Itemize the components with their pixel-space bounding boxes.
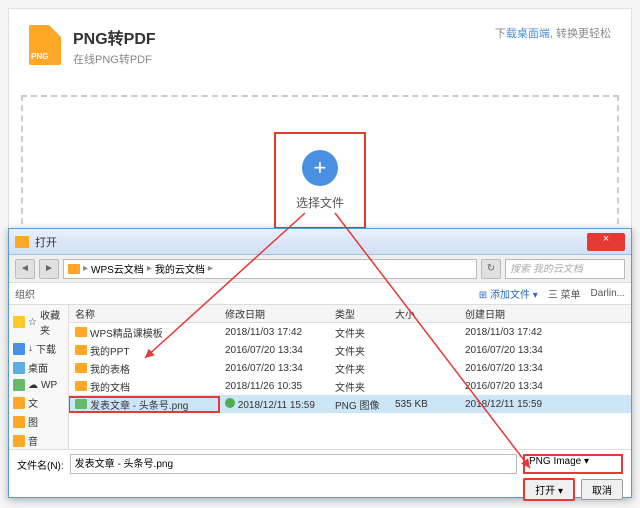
filename-input[interactable]: 发表文章 - 头条号.png [70,454,517,474]
sidebar-item[interactable]: 图 [9,412,68,431]
dialog-footer: 文件名(N): 发表文章 - 头条号.png PNG Image ▾ 打开 ▾ … [9,449,631,499]
file-row[interactable]: 发表文章 - 头条号.png 2018/12/11 15:59PNG 图像535… [69,395,631,413]
open-button[interactable]: 打开 ▾ [523,478,575,501]
file-row[interactable]: 我的PPT2016/07/20 13:34文件夹2016/07/20 13:34 [69,341,631,359]
sidebar: ☆ 收藏夹 ↓ 下载 桌面 ☁ WP 文 图 音 [9,305,69,449]
search-input[interactable]: 搜索 我的云文档 [505,259,625,279]
user-label: Darlin... [591,288,625,299]
forward-button[interactable]: ► [39,259,59,279]
select-file-button[interactable]: + 选择文件 [274,132,366,229]
sidebar-item[interactable]: 桌面 [9,358,68,377]
refresh-button[interactable]: ↻ [481,259,501,279]
back-button[interactable]: ◄ [15,259,35,279]
sidebar-item[interactable]: ☆ 收藏夹 [9,305,68,339]
plus-icon: + [302,150,338,186]
sidebar-item[interactable]: ☁ WP [9,377,68,393]
close-button[interactable]: × [587,233,625,251]
file-row[interactable]: 我的表格2016/07/20 13:34文件夹2016/07/20 13:34 [69,359,631,377]
page-subtitle: 在线PNG转PDF [73,51,483,67]
cancel-button[interactable]: 取消 [581,479,623,500]
file-list: 名称 修改日期 类型 大小 创建日期 WPS精品课模板2018/11/03 17… [69,305,631,449]
column-headers[interactable]: 名称 修改日期 类型 大小 创建日期 [69,305,631,323]
file-row[interactable]: WPS精品课模板2018/11/03 17:42文件夹2018/11/03 17… [69,323,631,341]
png-file-icon: PNG [29,25,61,65]
file-open-dialog: 打开 × ◄ ► ▸ WPS云文档 ▸ 我的云文档 ▸ ↻ 搜索 我的云文档 组… [8,228,632,498]
add-file-link[interactable]: ⊞ 添加文件 ▾ [479,286,538,301]
view-menu[interactable]: 三 菜单 [548,286,581,301]
dialog-toolbar: 组织 ⊞ 添加文件 ▾ 三 菜单 Darlin... [9,283,631,305]
dialog-nav: ◄ ► ▸ WPS云文档 ▸ 我的云文档 ▸ ↻ 搜索 我的云文档 [9,255,631,283]
sidebar-item[interactable]: 音 [9,431,68,449]
file-row[interactable]: 我的文档2018/11/26 10:35文件夹2016/07/20 13:34 [69,377,631,395]
folder-icon [15,236,29,248]
download-desktop-link[interactable]: 下载桌面端, 转换更轻松 [495,25,611,41]
organize-menu[interactable]: 组织 [15,286,35,301]
sidebar-item[interactable]: 文 [9,393,68,412]
dialog-titlebar[interactable]: 打开 × [9,229,631,255]
filetype-select[interactable]: PNG Image ▾ [523,454,623,474]
page-title: PNG转PDF [73,25,483,49]
sidebar-item[interactable]: ↓ 下载 [9,339,68,358]
breadcrumb[interactable]: ▸ WPS云文档 ▸ 我的云文档 ▸ [63,259,477,279]
